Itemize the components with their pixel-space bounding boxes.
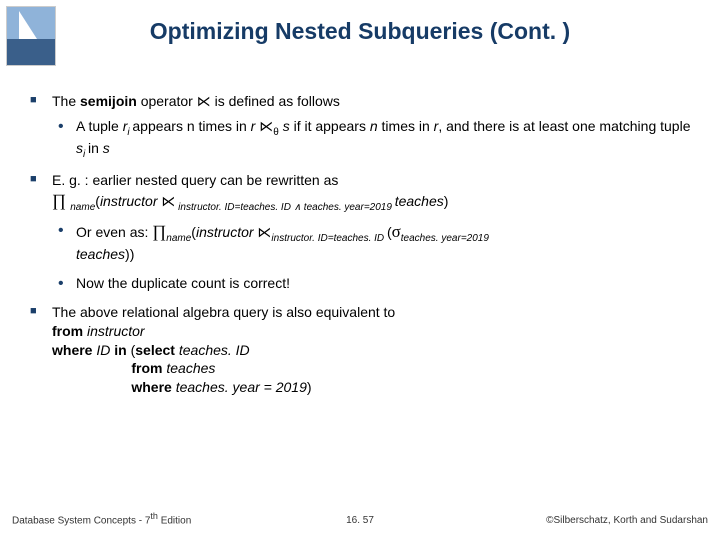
text: operator ⋉ is defined as follows (137, 93, 340, 109)
text-italic: teaches (162, 360, 215, 376)
text: ) (307, 379, 312, 395)
slide-body: The semijoin operator ⋉ is defined as fo… (30, 92, 700, 403)
subscript: instructor. ID=teaches. ID (271, 232, 387, 243)
text: ( (127, 342, 136, 358)
bullet-level2: A tuple ri appears n times in r ⋉θ s if … (30, 117, 700, 162)
text-italic: teaches (395, 193, 444, 209)
slide-header: Optimizing Nested Subqueries (Cont. ) (0, 0, 720, 70)
keyword: from (52, 323, 83, 339)
text: appears n times in (132, 118, 250, 134)
text: E. g. : earlier nested query can be rewr… (52, 172, 338, 188)
pi-symbol: ∏ (152, 222, 166, 241)
subscript: teaches. year=2019 (401, 232, 489, 243)
text: , and there is at least one matching tup… (438, 118, 690, 134)
text-italic: s (103, 140, 110, 156)
text-italic: instructor (83, 323, 144, 339)
text-bold: semijoin (80, 93, 137, 109)
text-italic: s (76, 140, 83, 156)
bullet-level1: The above relational algebra query is al… (30, 303, 700, 397)
text-italic: ID (92, 342, 114, 358)
bullet-level2: Now the duplicate count is correct! (30, 274, 700, 293)
text-italic: instructor (196, 224, 254, 240)
text: in (88, 140, 103, 156)
text: Now the duplicate count is correct! (76, 275, 290, 291)
text: ⋉ (254, 224, 272, 240)
text-italic: teaches (76, 246, 125, 262)
bullet-level1: E. g. : earlier nested query can be rewr… (30, 171, 700, 214)
keyword: where (52, 342, 92, 358)
text: if it appears (290, 118, 370, 134)
slide: Optimizing Nested Subqueries (Cont. ) Th… (0, 0, 720, 540)
footer-right: ©Silberschatz, Korth and Sudarshan (546, 515, 708, 526)
text-italic: n (370, 118, 378, 134)
text-italic: s (283, 118, 290, 134)
bullet-level1: The semijoin operator ⋉ is defined as fo… (30, 92, 700, 111)
subscript: instructor. ID=teaches. ID ∧ teaches. ye… (175, 202, 394, 213)
slide-title: Optimizing Nested Subqueries (Cont. ) (0, 18, 720, 45)
subscript: θ (273, 127, 279, 138)
text: The (52, 93, 80, 109)
text: ⋉ (158, 193, 176, 209)
pi-symbol: ∏ (52, 191, 70, 210)
subscript: name (166, 232, 191, 243)
text: ⋉ (255, 118, 273, 134)
keyword: in (114, 342, 126, 358)
keyword: where (131, 379, 171, 395)
keyword: select (135, 342, 175, 358)
bullet-level2: Or even as: ∏name(instructor ⋉instructor… (30, 221, 700, 264)
text-italic: instructor (100, 193, 158, 209)
text-italic: teaches. year = 2019 (172, 379, 307, 395)
text: A tuple (76, 118, 123, 134)
expression: ∏ name(instructor ⋉ instructor. ID=teach… (52, 193, 448, 209)
text: times in (378, 118, 434, 134)
text: Or even as: (76, 224, 152, 240)
text: The above relational algebra query is al… (52, 304, 395, 320)
text: ) (444, 193, 449, 209)
text: )) (125, 246, 134, 262)
subscript: name (70, 202, 95, 213)
sigma-symbol: σ (392, 222, 401, 241)
text-italic: teaches. ID (175, 342, 250, 358)
keyword: from (131, 360, 162, 376)
